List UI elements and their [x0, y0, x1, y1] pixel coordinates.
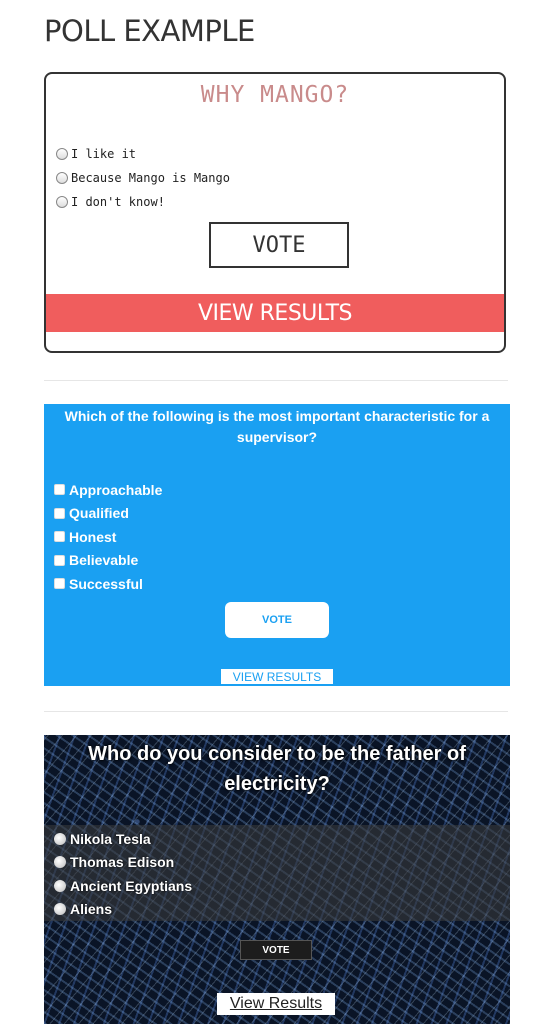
radio-button-icon[interactable] — [56, 148, 68, 160]
poll-option[interactable]: Successful — [54, 572, 162, 596]
checkbox-icon[interactable] — [54, 554, 65, 566]
radio-button-icon[interactable] — [54, 856, 66, 869]
option-label: Because Mango is Mango — [71, 171, 230, 185]
option-label: Successful — [69, 575, 143, 592]
poll-option[interactable]: Thomas Edison — [54, 851, 192, 875]
poll-option[interactable]: Ancient Egyptians — [54, 874, 192, 898]
vote-button[interactable]: VOTE — [209, 222, 349, 268]
radio-button-icon[interactable] — [54, 879, 66, 892]
option-label: Qualified — [69, 505, 129, 522]
option-label: I like it — [71, 147, 137, 161]
divider — [44, 711, 508, 712]
option-label: Thomas Edison — [70, 854, 175, 871]
poll-option[interactable]: Believable — [54, 549, 162, 573]
option-label: Believable — [69, 552, 139, 569]
poll-option[interactable]: Because Mango is Mango — [56, 166, 230, 190]
poll-supervisor: Which of the following is the most impor… — [44, 404, 510, 686]
view-results-link[interactable]: View Results — [217, 993, 335, 1015]
radio-button-icon[interactable] — [54, 832, 66, 845]
checkbox-icon[interactable] — [54, 507, 65, 519]
poll-options: Nikola Tesla Thomas Edison Ancient Egypt… — [54, 827, 192, 921]
poll-option[interactable]: I like it — [56, 142, 230, 166]
checkbox-icon[interactable] — [54, 531, 65, 543]
option-label: Approachable — [69, 481, 163, 498]
option-label: Ancient Egyptians — [70, 877, 193, 894]
poll-question: Which of the following is the most impor… — [64, 408, 490, 445]
radio-button-icon[interactable] — [56, 196, 68, 208]
option-label: I don't know! — [71, 195, 165, 209]
poll-option[interactable]: Nikola Tesla — [54, 827, 192, 851]
radio-button-icon[interactable] — [56, 172, 68, 184]
poll-mango: WHY MANGO? I like it Because Mango is Ma… — [44, 72, 506, 353]
option-label: Honest — [69, 528, 117, 545]
poll-option[interactable]: I don't know! — [56, 190, 230, 214]
view-results-button[interactable]: VIEW RESULTS — [221, 669, 333, 684]
poll-question: WHY MANGO? — [200, 82, 350, 108]
poll-option[interactable]: Aliens — [54, 898, 192, 922]
poll-options: I like it Because Mango is Mango I don't… — [56, 142, 230, 214]
checkbox-icon[interactable] — [54, 484, 65, 496]
vote-button[interactable]: VOTE — [240, 940, 312, 960]
vote-button[interactable]: VOTE — [225, 602, 329, 638]
divider — [44, 380, 508, 381]
poll-options: Approachable Qualified Honest Believable… — [54, 478, 162, 596]
option-label: Aliens — [70, 901, 113, 918]
poll-option[interactable]: Qualified — [54, 502, 162, 526]
checkbox-icon[interactable] — [54, 578, 65, 590]
poll-option[interactable]: Honest — [54, 525, 162, 549]
view-results-button[interactable]: VIEW RESULTS — [46, 294, 504, 332]
page-title: POLL EXAMPLE — [44, 14, 255, 48]
option-label: Nikola Tesla — [70, 830, 151, 847]
poll-electricity: Who do you consider to be the father of … — [44, 735, 510, 1024]
poll-option[interactable]: Approachable — [54, 478, 162, 502]
radio-button-icon[interactable] — [54, 903, 66, 916]
poll-question: Who do you consider to be the father of … — [88, 743, 466, 795]
